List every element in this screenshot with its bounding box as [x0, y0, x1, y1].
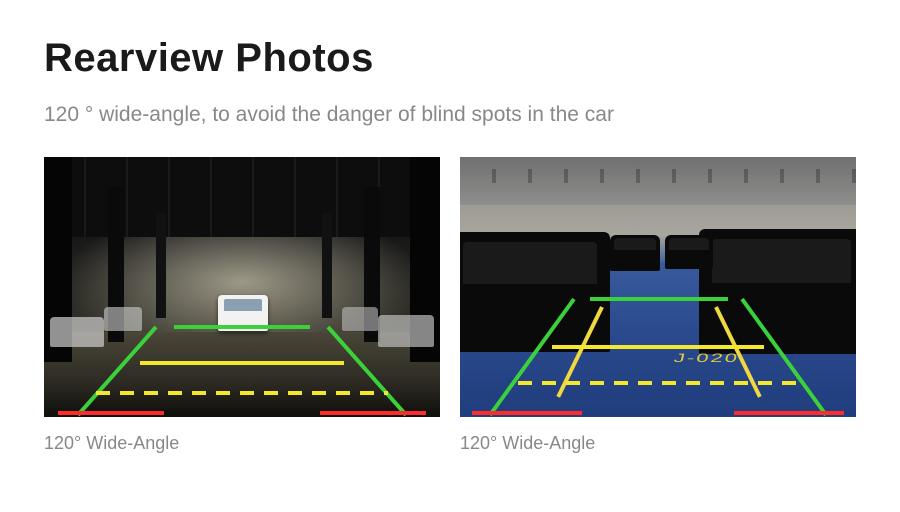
- rearview-photo-1: [44, 157, 440, 417]
- page-subtitle: 120 ° wide-angle, to avoid the danger of…: [44, 103, 856, 127]
- page-title: Rearview Photos: [44, 36, 856, 81]
- photo-block-2: J-020 120° Wide-Angle: [460, 157, 856, 454]
- photo-caption-2: 120° Wide-Angle: [460, 433, 856, 454]
- parking-bay-label: J-020: [673, 351, 741, 365]
- photo-caption-1: 120° Wide-Angle: [44, 433, 440, 454]
- photo-block-1: 120° Wide-Angle: [44, 157, 440, 454]
- rearview-photo-2: J-020: [460, 157, 856, 417]
- photo-row: 120° Wide-Angle J-020: [44, 157, 856, 454]
